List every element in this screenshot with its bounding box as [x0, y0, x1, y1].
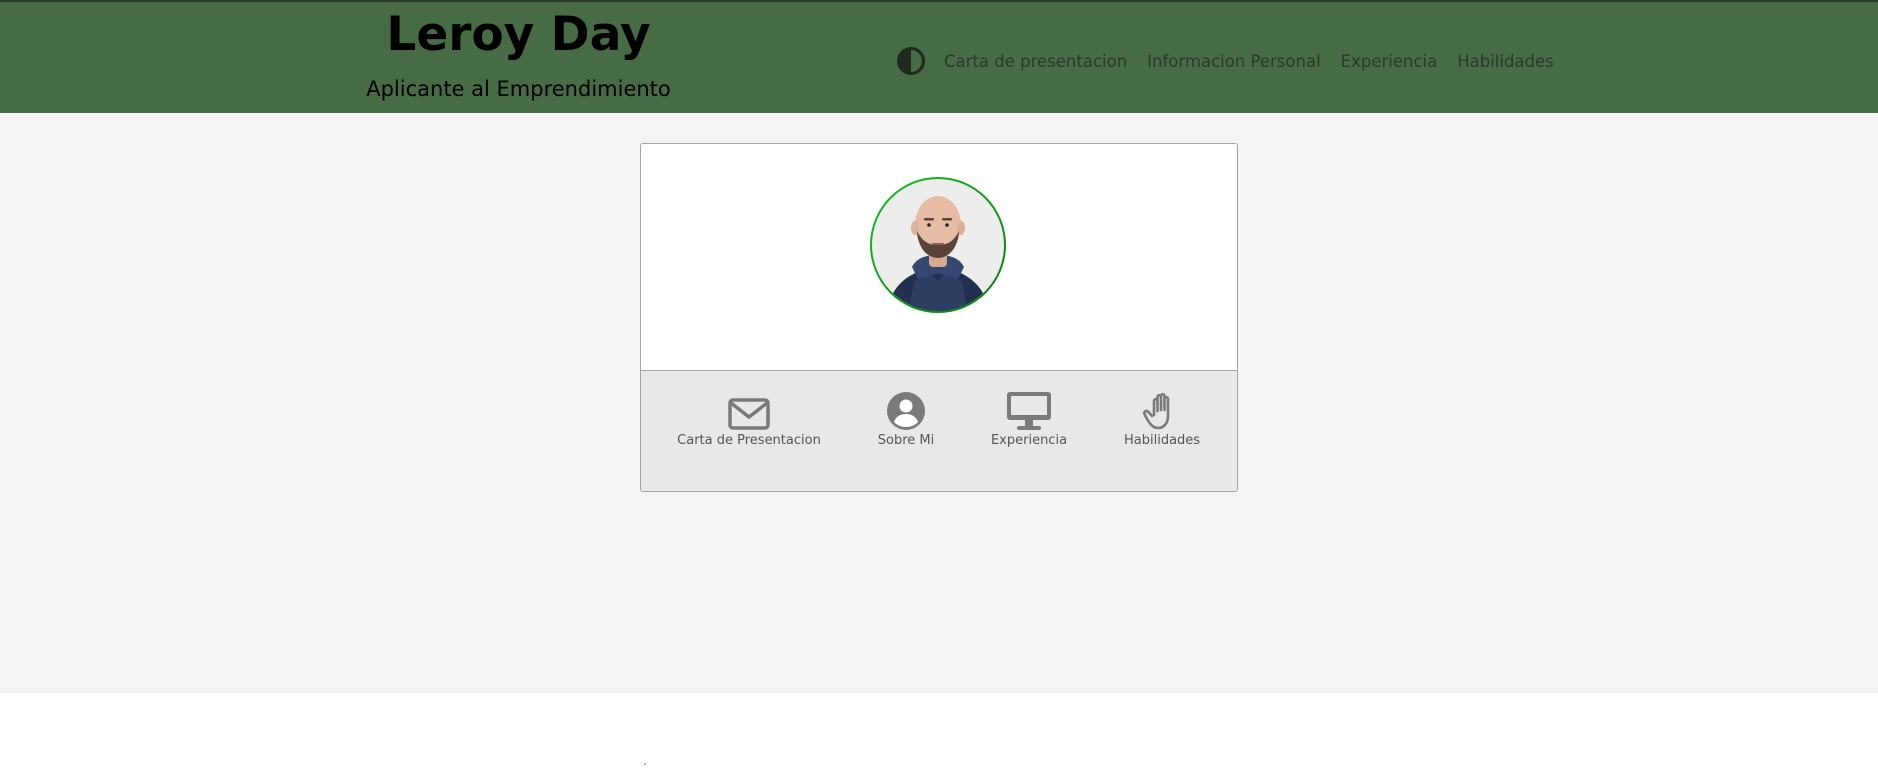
card-nav-label: Experiencia: [990, 433, 1068, 448]
card-nav-experiencia[interactable]: Experiencia: [989, 392, 1069, 448]
nav-informacion-personal[interactable]: Informacion Personal: [1147, 52, 1321, 71]
nav-carta-de-presentacion[interactable]: Carta de presentacion: [944, 52, 1127, 71]
page-subtitle: Aplicante al Emprendimiento: [366, 77, 671, 101]
profile-card-header: [641, 144, 1237, 371]
top-nav: Carta de presentacion Informacion Person…: [896, 46, 1554, 76]
contrast-icon[interactable]: [896, 46, 926, 76]
card-nav-sobre-mi[interactable]: Sobre Mi: [876, 392, 936, 448]
nav-habilidades[interactable]: Habilidades: [1457, 52, 1554, 71]
page-title: Leroy Day: [386, 7, 651, 62]
profile-card: Carta de Presentacion Sobre Mi Experienc…: [640, 143, 1238, 492]
card-nav-label: Sobre Mi: [877, 433, 935, 448]
card-nav-label: Carta de Presentacion: [677, 433, 821, 448]
user-circle-icon: [887, 392, 925, 430]
hand-icon: [1142, 392, 1170, 430]
profile-card-nav: Carta de Presentacion Sobre Mi Experienc…: [641, 371, 1237, 491]
envelope-icon: [728, 398, 770, 430]
avatar: [868, 175, 1008, 315]
stray-character: ´: [642, 763, 647, 774]
site-header: Leroy Day Aplicante al Emprendimiento Ca…: [0, 0, 1878, 113]
card-nav-carta-de-presentacion[interactable]: Carta de Presentacion: [676, 397, 822, 448]
nav-experiencia[interactable]: Experiencia: [1341, 52, 1438, 71]
desktop-icon: [1007, 392, 1051, 430]
card-nav-label: Habilidades: [1124, 433, 1201, 448]
card-nav-habilidades[interactable]: Habilidades: [1124, 392, 1201, 448]
